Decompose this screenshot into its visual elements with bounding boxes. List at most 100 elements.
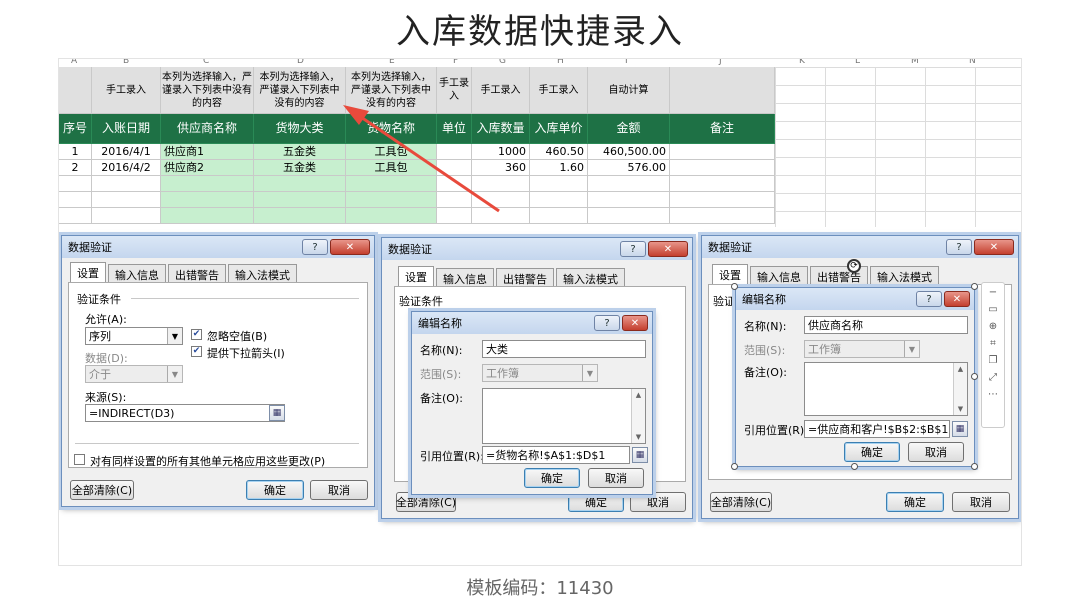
resize-handle[interactable]	[971, 283, 978, 290]
help-icon[interactable]: ?	[916, 291, 942, 307]
dialog-titlebar[interactable]: 编辑名称 ? ✕	[736, 288, 974, 310]
cancel-button[interactable]: 取消	[952, 492, 1010, 512]
clear-all-button[interactable]: 全部清除(C)	[396, 492, 456, 512]
header-cell[interactable]: 入账日期	[92, 114, 161, 144]
resize-handle[interactable]	[731, 283, 738, 290]
help-icon[interactable]: ?	[302, 239, 328, 255]
table-cell[interactable]	[59, 208, 92, 224]
hint-cell[interactable]: 手工录入	[92, 67, 161, 114]
ref-input[interactable]: =货物名称!$A$1:$D$1	[482, 446, 630, 464]
ref-input[interactable]: =供应商和客户!$B$2:$B$16	[804, 420, 950, 438]
hint-cell[interactable]	[670, 67, 775, 114]
close-icon[interactable]: ✕	[330, 239, 370, 255]
table-cell[interactable]	[670, 176, 775, 192]
help-icon[interactable]: ?	[946, 239, 972, 255]
table-cell[interactable]: 供应商2	[161, 160, 254, 176]
range-select-icon[interactable]: ▦	[952, 421, 968, 437]
comment-textarea[interactable]: ▲ ▼	[482, 388, 646, 444]
table-cell[interactable]	[92, 192, 161, 208]
header-cell[interactable]: 备注	[670, 114, 775, 144]
table-cell[interactable]	[530, 176, 588, 192]
table-cell[interactable]	[588, 208, 670, 224]
hint-cell[interactable]	[59, 67, 92, 114]
clear-all-button[interactable]: 全部清除(C)	[710, 492, 772, 512]
rotate-handle-icon[interactable]: ⟳	[847, 259, 861, 273]
table-cell[interactable]: 2	[59, 160, 92, 176]
tab-input-message[interactable]: 输入信息	[436, 268, 494, 286]
dialog-titlebar[interactable]: 编辑名称 ? ✕	[412, 312, 652, 334]
tab-ime-mode[interactable]: 输入法模式	[870, 266, 939, 284]
table-cell[interactable]: 2016/4/2	[92, 160, 161, 176]
header-cell[interactable]: 金额	[588, 114, 670, 144]
tab-input-message[interactable]: 输入信息	[750, 266, 808, 284]
table-cell[interactable]	[161, 208, 254, 224]
table-cell[interactable]	[161, 192, 254, 208]
table-cell[interactable]	[670, 192, 775, 208]
resize-handle[interactable]	[971, 463, 978, 470]
close-icon[interactable]: ✕	[648, 241, 688, 257]
tab-error-alert[interactable]: 出错警告	[496, 268, 554, 286]
range-select-icon[interactable]: ▦	[269, 405, 285, 421]
tab-ime-mode[interactable]: 输入法模式	[556, 268, 625, 286]
table-cell[interactable]: 460,500.00	[588, 144, 670, 160]
minus-icon[interactable]: −	[989, 287, 997, 298]
allow-select[interactable]: 序列 ▼	[85, 327, 183, 345]
table-cell[interactable]: 供应商1	[161, 144, 254, 160]
clear-all-button[interactable]: 全部清除(C)	[70, 480, 134, 500]
table-cell[interactable]	[670, 160, 775, 176]
help-icon[interactable]: ?	[594, 315, 620, 331]
dropdown-arrow-checkbox[interactable]: ✔	[191, 346, 202, 357]
tab-settings[interactable]: 设置	[398, 266, 434, 286]
resize-handle[interactable]	[971, 373, 978, 380]
tab-input-message[interactable]: 输入信息	[108, 264, 166, 282]
table-cell[interactable]	[92, 176, 161, 192]
resize-handle[interactable]	[851, 463, 858, 470]
table-cell[interactable]: 1.60	[530, 160, 588, 176]
table-cell[interactable]	[59, 192, 92, 208]
zoom-in-icon[interactable]: ⊕	[989, 321, 997, 332]
ok-button[interactable]: 确定	[886, 492, 944, 512]
cancel-button[interactable]: 取消	[588, 468, 644, 488]
help-icon[interactable]: ?	[620, 241, 646, 257]
ignore-blank-checkbox[interactable]: ✔	[191, 329, 202, 340]
table-cell[interactable]	[92, 208, 161, 224]
apply-all-checkbox[interactable]	[74, 454, 85, 465]
dialog-titlebar[interactable]: 数据验证 ? ✕	[702, 236, 1018, 258]
name-input[interactable]: 供应商名称	[804, 316, 968, 334]
close-icon[interactable]: ✕	[622, 315, 648, 331]
more-icon[interactable]: ⋯	[988, 389, 998, 400]
header-cell[interactable]: 入库单价	[530, 114, 588, 144]
hint-cell[interactable]: 手工录入	[530, 67, 588, 114]
close-icon[interactable]: ✕	[974, 239, 1014, 255]
crop-icon[interactable]: ⌗	[990, 338, 996, 349]
dialog-titlebar[interactable]: 数据验证 ? ✕	[62, 236, 374, 258]
source-input[interactable]: =INDIRECT(D3)	[85, 404, 285, 422]
ok-button[interactable]: 确定	[844, 442, 900, 462]
table-cell[interactable]	[670, 144, 775, 160]
cancel-button[interactable]: 取消	[310, 480, 368, 500]
cancel-button[interactable]: 取消	[908, 442, 964, 462]
scrollbar[interactable]: ▲ ▼	[953, 363, 967, 415]
scrollbar[interactable]: ▲ ▼	[631, 389, 645, 443]
resize-handle[interactable]	[731, 463, 738, 470]
expand-icon[interactable]: ⤢	[989, 372, 997, 383]
table-cell[interactable]: 2016/4/1	[92, 144, 161, 160]
table-cell[interactable]	[161, 176, 254, 192]
ok-button[interactable]: 确定	[524, 468, 580, 488]
ok-button[interactable]: 确定	[246, 480, 304, 500]
dialog-titlebar[interactable]: 数据验证 ? ✕	[382, 238, 692, 260]
table-cell[interactable]: 1	[59, 144, 92, 160]
tab-ime-mode[interactable]: 输入法模式	[228, 264, 297, 282]
tab-error-alert[interactable]: 出错警告	[168, 264, 226, 282]
close-icon[interactable]: ✕	[944, 291, 970, 307]
hint-cell[interactable]: 自动计算	[588, 67, 670, 114]
ok-button[interactable]: 确定	[568, 492, 624, 512]
dropdown-arrow-icon[interactable]: ▼	[167, 328, 182, 344]
hint-cell[interactable]: 本列为选择输入，严谨录入下列表中没有的内容	[161, 67, 254, 114]
table-cell[interactable]	[530, 192, 588, 208]
name-input[interactable]: 大类	[482, 340, 646, 358]
tab-settings[interactable]: 设置	[712, 264, 748, 284]
header-cell[interactable]: 序号	[59, 114, 92, 144]
tab-settings[interactable]: 设置	[70, 262, 106, 282]
range-select-icon[interactable]: ▦	[632, 447, 648, 463]
